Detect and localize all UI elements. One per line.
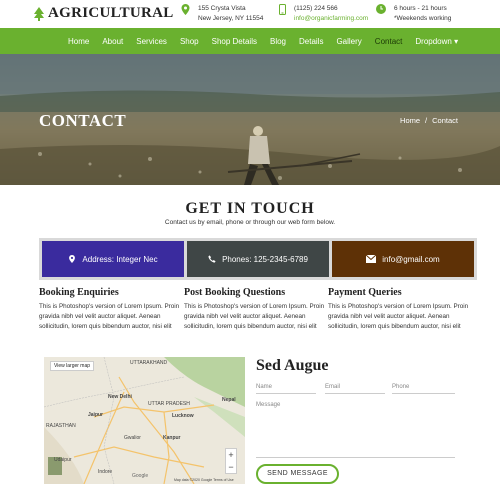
brand-name: AGRICULTURAL — [48, 5, 174, 21]
map-label-rajasthan: RAJASTHAN — [46, 423, 76, 429]
hours-text: 6 hours - 21 hours — [394, 5, 447, 12]
map-label-uttar-pradesh: UTTAR PRADESH — [148, 401, 190, 407]
zoom-out-button[interactable]: − — [226, 461, 236, 473]
message-field[interactable]: Message — [256, 402, 455, 458]
form-title: Sed Augue — [256, 357, 329, 374]
map-label-gwalior: Gwalior — [124, 435, 141, 441]
nav-item-blog[interactable]: Blog — [270, 34, 286, 49]
nav-item-contact[interactable]: Contact — [375, 34, 403, 49]
booking-enquiries-title: Booking Enquiries — [39, 287, 119, 298]
google-logo: Google — [132, 473, 149, 479]
address-line1: 155 Crysta Vista — [198, 5, 246, 12]
nav-item-dropdown[interactable]: Dropdown ▾ — [415, 34, 458, 49]
hours-info: 6 hours - 21 hours *Weekends working — [376, 4, 451, 24]
nav-item-services[interactable]: Services — [136, 34, 167, 49]
map-footer[interactable]: Map data ©2020 Google Terms of Use — [174, 478, 234, 482]
map-label-jaipur: Jaipur — [88, 412, 104, 418]
map-terrain — [44, 357, 245, 484]
top-header: AGRICULTURAL 155 Crysta Vista New Jersey… — [0, 0, 500, 28]
google-map[interactable]: UTTARAKHAND New Delhi Jaipur UTTAR PRADE… — [44, 357, 245, 484]
email-field[interactable]: Email — [325, 384, 385, 394]
breadcrumb-separator: / — [425, 116, 428, 125]
map-label-nepal: Nepal — [222, 397, 236, 403]
booking-enquiries-text: This is Photoshop's version of Lorem Ips… — [39, 303, 180, 330]
nav-item-home[interactable]: Home — [68, 34, 89, 49]
page-title: CONTACT — [39, 111, 127, 130]
map-label-uttarakhand: UTTARAKHAND — [130, 360, 168, 366]
map-label-lucknow: Lucknow — [172, 413, 194, 419]
mobile-phone-icon — [279, 4, 286, 15]
nav-item-about[interactable]: About — [102, 34, 123, 49]
breadcrumb-current: Contact — [432, 116, 458, 125]
post-booking-text: This is Photoshop's version of Lorem Ips… — [184, 303, 325, 330]
address-card: Address: Integer Nec — [39, 238, 187, 280]
brand-logo[interactable]: AGRICULTURAL — [33, 5, 174, 22]
payment-queries-text: This is Photoshop's version of Lorem Ips… — [328, 303, 469, 330]
breadcrumb: Home / Contact — [400, 116, 458, 125]
breadcrumb-home[interactable]: Home — [400, 116, 420, 125]
nav-item-shop-details[interactable]: Shop Details — [212, 34, 257, 49]
nav-item-shop[interactable]: Shop — [180, 34, 199, 49]
email-card: info@gmail.com — [329, 238, 477, 280]
zoom-in-button[interactable]: + — [226, 449, 236, 461]
map-zoom-control: + − — [225, 448, 237, 474]
name-field[interactable]: Name — [256, 384, 316, 394]
map-label-new-delhi: New Delhi — [108, 394, 132, 400]
tree-icon — [34, 6, 44, 21]
section-title: GET IN TOUCH — [185, 200, 315, 217]
nav-item-details[interactable]: Details — [299, 34, 323, 49]
section-subtitle: Contact us by email, phone or through ou… — [164, 219, 336, 226]
phone-card-label[interactable]: Phones: 125-2345-6789 — [222, 255, 308, 264]
send-message-button[interactable]: SEND MESSAGE — [256, 464, 339, 484]
location-pin-icon — [181, 4, 190, 15]
address-line2: New Jersey, NY 11554 — [198, 15, 264, 22]
main-nav: Home About Services Shop Shop Details Bl… — [0, 28, 500, 54]
address-info: 155 Crysta Vista New Jersey, NY 11554 — [181, 4, 263, 24]
view-larger-map-link[interactable]: View larger map — [50, 361, 95, 371]
phone-field[interactable]: Phone — [392, 384, 455, 394]
header-email[interactable]: info@organicfarming.com — [294, 14, 368, 24]
clock-icon — [376, 4, 386, 14]
address-card-label: Address: Integer Nec — [82, 254, 158, 264]
contact-info: (1125) 224 566 info@organicfarming.com — [279, 4, 368, 24]
phone-icon — [208, 255, 216, 263]
location-pin-icon — [69, 255, 76, 263]
post-booking-title: Post Booking Questions — [184, 287, 286, 298]
payment-queries-title: Payment Queries — [328, 287, 402, 298]
map-label-kanpur: Kanpur — [163, 435, 181, 441]
phone-card: Phones: 125-2345-6789 — [184, 238, 332, 280]
email-card-label[interactable]: info@gmail.com — [382, 255, 439, 264]
map-label-indore: Indore — [98, 469, 113, 475]
map-label-udaipur: Udaipur — [54, 457, 72, 463]
header-phone[interactable]: (1125) 224 566 — [294, 4, 368, 14]
envelope-icon — [366, 255, 377, 263]
hero-banner: CONTACT Home / Contact — [0, 54, 500, 185]
nav-item-gallery[interactable]: Gallery — [336, 34, 361, 49]
hours-note: *Weekends working — [394, 15, 452, 22]
